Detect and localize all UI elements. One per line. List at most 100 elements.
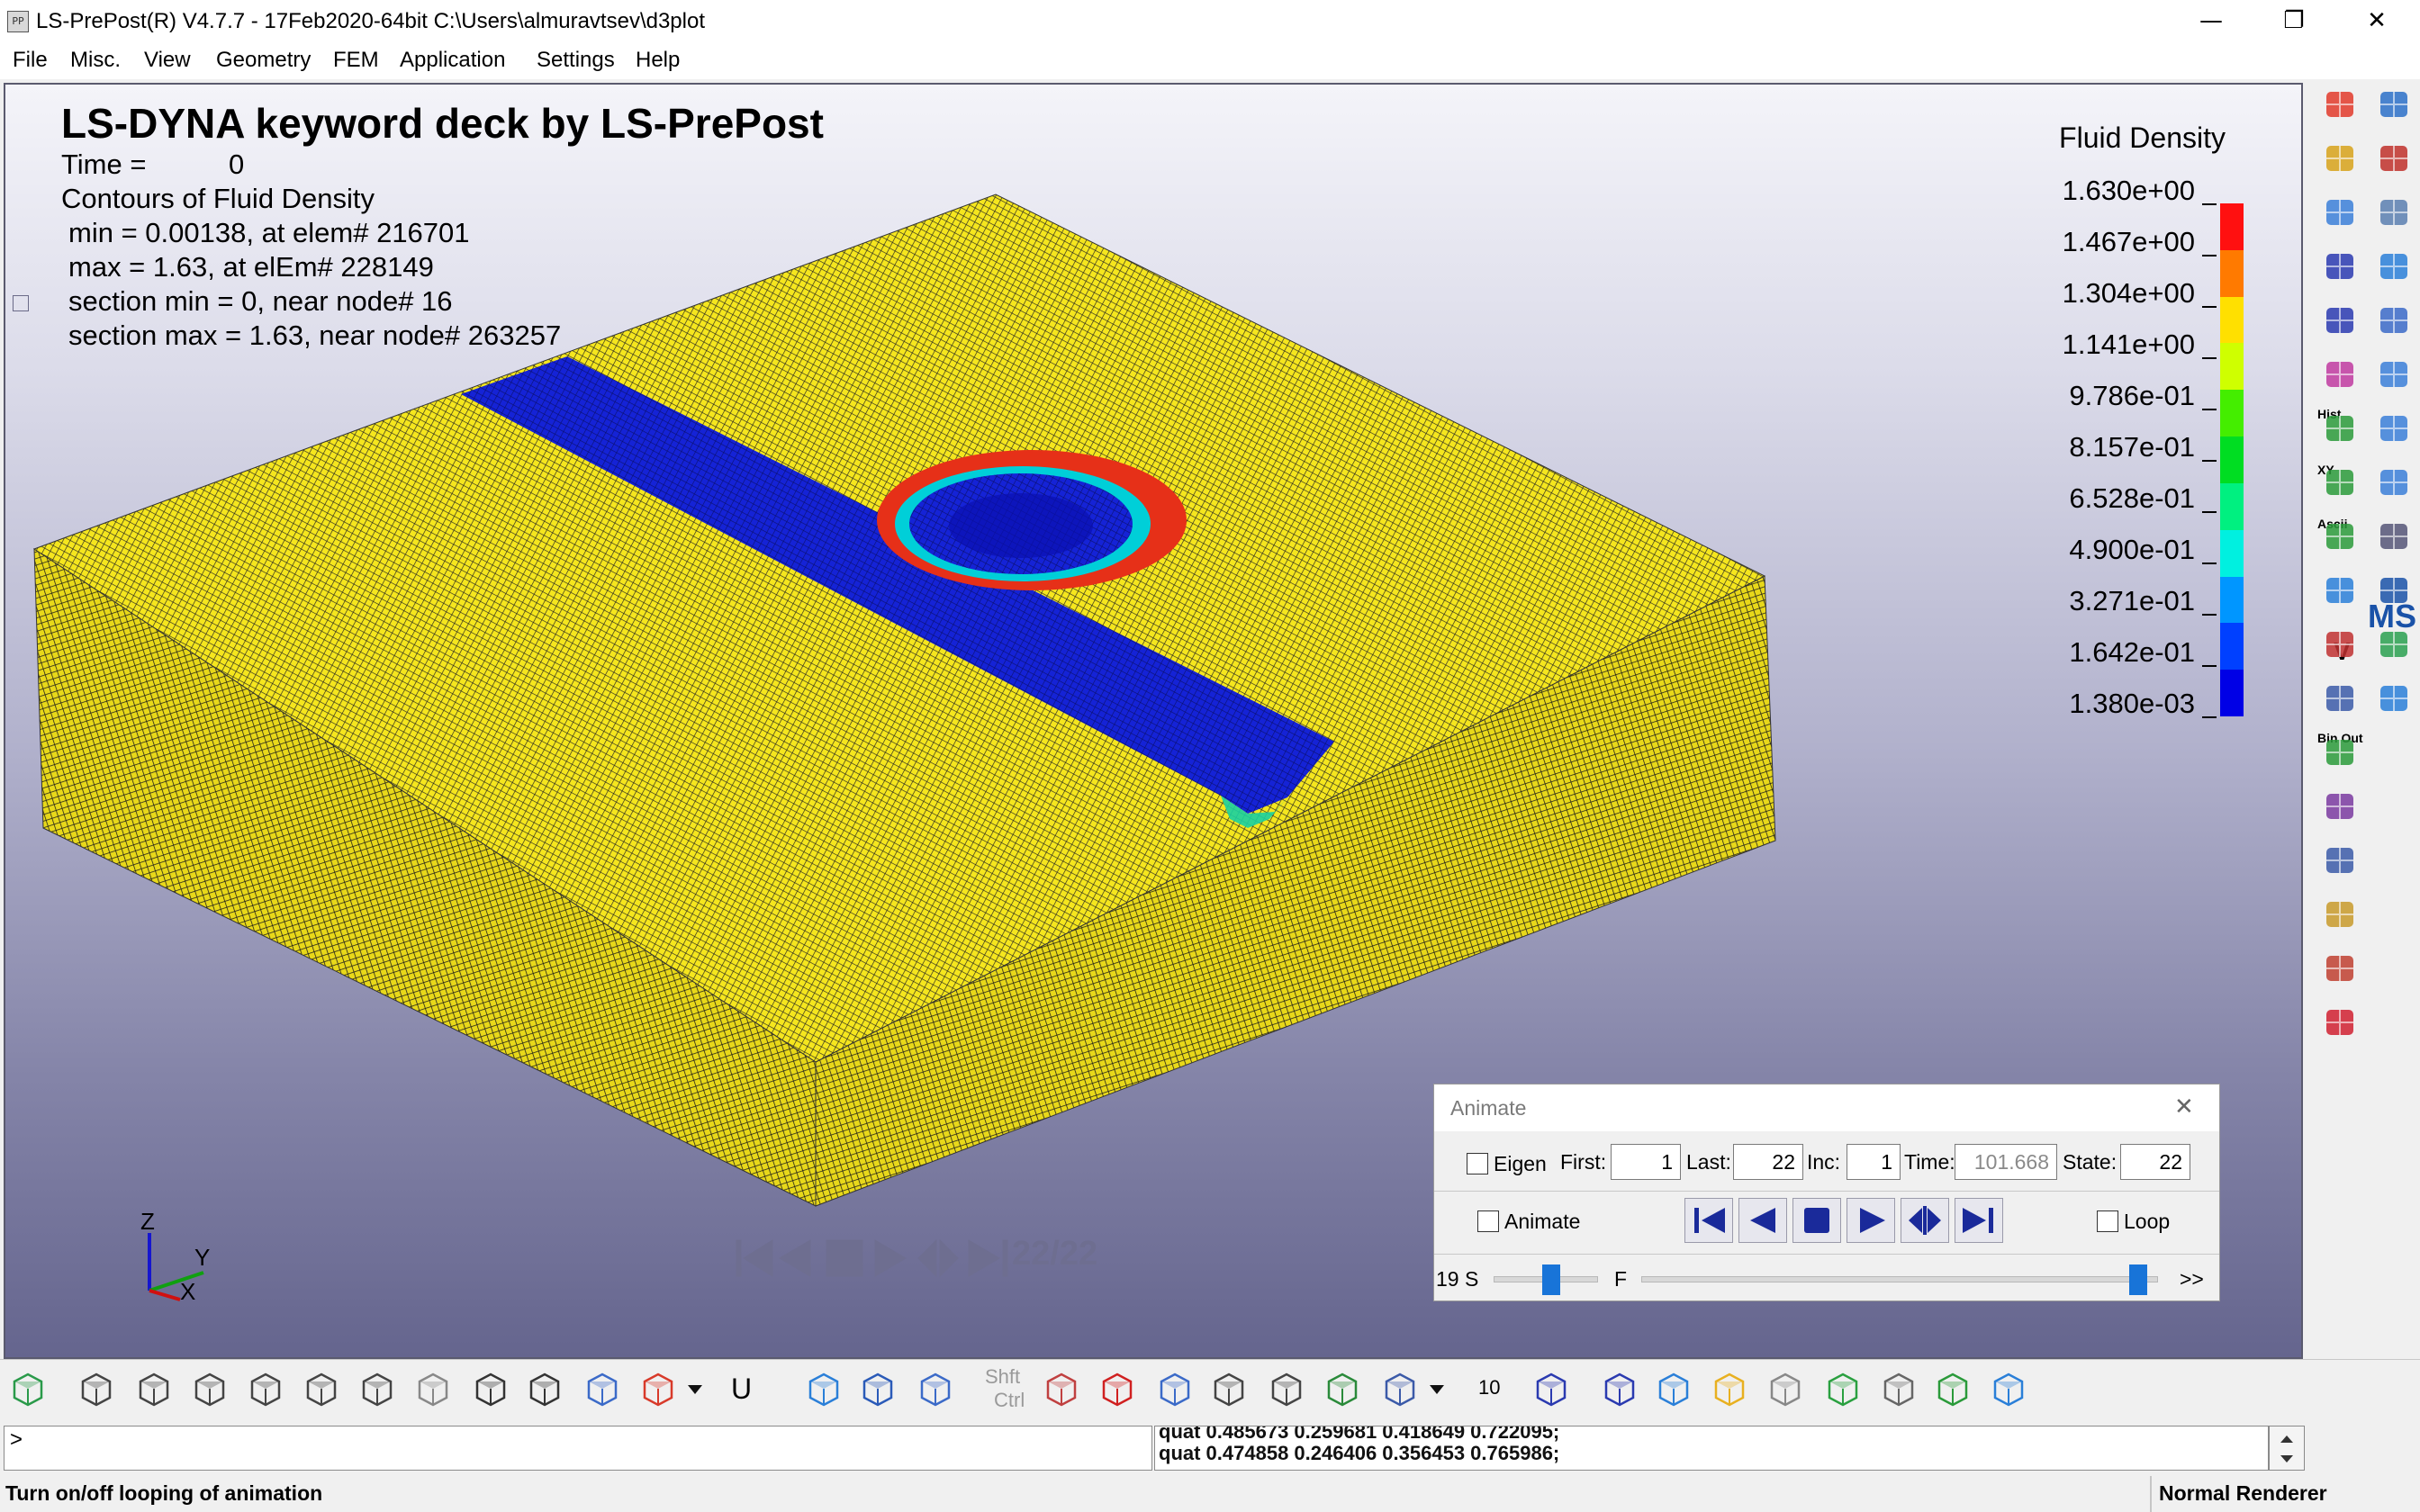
u-label[interactable]: U [731, 1372, 752, 1406]
contour-label: Contours of Fluid Density [61, 183, 375, 214]
last-frame-button[interactable] [1955, 1198, 2003, 1243]
command-output: quat 0.485673 0.259681 0.418649 0.722095… [1154, 1426, 2269, 1471]
frame-slider-track[interactable] [1641, 1276, 2158, 1282]
pipe-icon[interactable] [2321, 571, 2361, 610]
table-icon[interactable] [2375, 409, 2415, 448]
eigen-checkbox[interactable] [1467, 1153, 1488, 1174]
fringe-plot-icon[interactable] [637, 1369, 679, 1410]
velocity-icon[interactable] [2321, 625, 2361, 664]
viewport-checkbox[interactable] [13, 295, 29, 311]
refresh-view-icon[interactable] [1266, 1369, 1307, 1410]
curve-icon[interactable] [2375, 139, 2415, 178]
binout-plot-icon[interactable] [2321, 733, 2361, 772]
fringe-icon[interactable] [2375, 625, 2415, 664]
flash-icon[interactable] [1709, 1369, 1750, 1410]
animate-dialog-close-button[interactable]: ✕ [2174, 1094, 2194, 1119]
edge-cube-icon[interactable] [301, 1369, 342, 1410]
menu-view[interactable]: View [144, 47, 191, 74]
play-button[interactable] [1847, 1198, 1895, 1243]
info-grid-icon[interactable] [2321, 841, 2361, 880]
model-check-icon[interactable] [2321, 1003, 2361, 1042]
transparent-view-icon[interactable] [915, 1369, 956, 1410]
mesh-shade-cube-icon[interactable] [524, 1369, 565, 1410]
element-table-icon[interactable] [2321, 787, 2361, 826]
graph-window-icon[interactable] [1988, 1369, 2029, 1410]
menu-fem[interactable]: FEM [333, 47, 379, 74]
outline-cube-icon[interactable] [357, 1369, 398, 1410]
mesh-cube-icon[interactable] [470, 1369, 511, 1410]
shaded-view-icon[interactable] [857, 1369, 898, 1410]
measure-icon[interactable] [2321, 895, 2361, 934]
axis-transform-icon[interactable] [1531, 1369, 1572, 1410]
last-field[interactable]: 22 [1733, 1144, 1803, 1180]
history-plot-icon[interactable] [2321, 409, 2361, 448]
part-color-cube-icon[interactable] [2321, 85, 2361, 124]
more-button[interactable]: >> [2180, 1266, 2204, 1292]
loop-checkbox[interactable] [2097, 1210, 2118, 1232]
command-input[interactable]: > [4, 1426, 1152, 1471]
first-field[interactable]: 1 [1611, 1144, 1681, 1180]
mesh-grid-icon[interactable] [2375, 355, 2415, 394]
legend-label: 1.630e+00 [2062, 175, 2195, 206]
zoom-icon[interactable] [1154, 1369, 1196, 1410]
grid-select-icon[interactable] [2375, 463, 2415, 502]
output-scrollbar[interactable] [2269, 1426, 2305, 1471]
blue-cube-icon[interactable] [1599, 1369, 1640, 1410]
settings-icon[interactable] [2375, 679, 2415, 718]
gears-icon[interactable] [1878, 1369, 1919, 1410]
mesh-tool-icon[interactable] [2321, 949, 2361, 988]
menu-application[interactable]: Application [400, 47, 505, 74]
bottom-toolbar: U Shft Ctrl 10 [0, 1359, 2420, 1419]
first-frame-button[interactable] [1684, 1198, 1733, 1243]
ascii-plot-icon[interactable] [2321, 517, 2361, 556]
dropdown-arrow-icon[interactable] [684, 1369, 706, 1410]
mesh-ball-icon[interactable] [2321, 355, 2361, 394]
box-zoom-icon[interactable] [2375, 301, 2415, 340]
inc-field[interactable]: 1 [1847, 1144, 1901, 1180]
menu-geometry[interactable]: Geometry [216, 47, 311, 74]
gradient-cube-icon[interactable] [582, 1369, 623, 1410]
menu-help[interactable]: Help [636, 47, 680, 74]
globe-icon[interactable] [1322, 1369, 1363, 1410]
speed-slider-thumb[interactable] [1541, 1264, 1560, 1295]
play-animation-icon[interactable] [1822, 1369, 1864, 1410]
bounce-button[interactable] [1901, 1198, 1949, 1243]
gear-config-icon[interactable] [2321, 679, 2361, 718]
dropdown-arrow-icon[interactable] [1426, 1369, 1448, 1410]
plane-icon[interactable] [2375, 193, 2415, 232]
section-view-icon[interactable] [2375, 85, 2415, 124]
box-view-icon[interactable] [1379, 1369, 1421, 1410]
stack-parts-icon[interactable] [2321, 193, 2361, 232]
solid-view-icon[interactable] [803, 1369, 844, 1410]
rotate-view-icon[interactable] [1208, 1369, 1250, 1410]
menu-misc[interactable]: Misc. [70, 47, 121, 74]
wireframe-cube-icon[interactable] [76, 1369, 117, 1410]
animate-checkbox[interactable] [1477, 1210, 1499, 1232]
state-field[interactable]: 22 [2120, 1144, 2190, 1180]
step-back-button[interactable] [1738, 1198, 1787, 1243]
shaded-cube-icon[interactable] [133, 1369, 175, 1410]
select-eraser-icon[interactable] [1041, 1369, 1082, 1410]
maximize-button[interactable]: ❐ [2253, 0, 2335, 41]
minimize-button[interactable]: — [2170, 0, 2253, 41]
center-icon[interactable] [1097, 1369, 1138, 1410]
menu-file[interactable]: File [13, 47, 48, 74]
close-window-button[interactable]: ✕ [2335, 0, 2418, 41]
feature-line-cube-icon[interactable] [245, 1369, 286, 1410]
hidden-line-cube-icon[interactable] [189, 1369, 230, 1410]
point-cloud-icon[interactable] [412, 1369, 454, 1410]
checker-pattern-icon[interactable] [1765, 1369, 1806, 1410]
xy-plot-icon[interactable] [2321, 463, 2361, 502]
stop-button[interactable] [1792, 1198, 1841, 1243]
vector-field-icon[interactable] [2321, 247, 2361, 286]
assembly-icon[interactable] [2321, 139, 2361, 178]
fringe-toggle-icon[interactable] [7, 1369, 49, 1410]
menu-settings[interactable]: Settings [537, 47, 615, 74]
surface-icon[interactable] [2321, 301, 2361, 340]
recycle-icon[interactable] [1932, 1369, 1973, 1410]
home-view-icon[interactable] [1653, 1369, 1694, 1410]
blob-shape-icon[interactable] [2375, 247, 2415, 286]
ms-icon[interactable] [2375, 571, 2415, 610]
list-icon[interactable] [2375, 517, 2415, 556]
frame-slider-thumb[interactable] [2129, 1264, 2147, 1295]
